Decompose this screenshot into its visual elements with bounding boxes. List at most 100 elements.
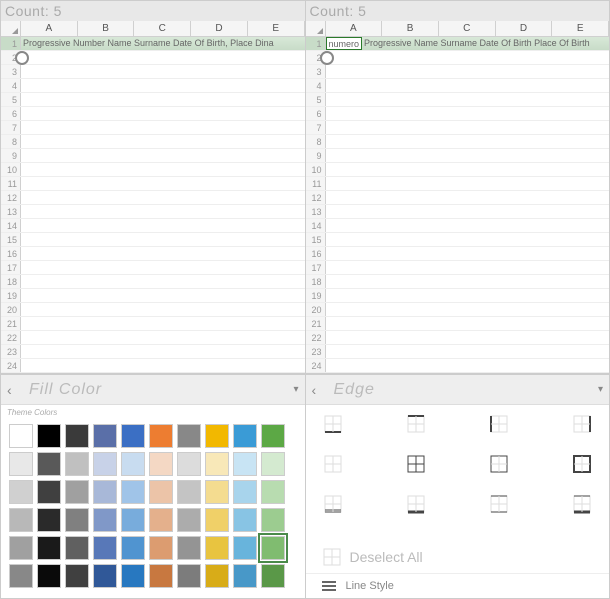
table-row[interactable]: 4	[1, 79, 305, 93]
color-swatch[interactable]	[37, 424, 61, 448]
cells[interactable]	[21, 289, 305, 302]
table-row[interactable]: 13	[1, 205, 305, 219]
dropdown-icon[interactable]: ▾	[598, 384, 603, 395]
table-row[interactable]: 22	[306, 331, 610, 345]
cells[interactable]	[21, 51, 305, 64]
row-header[interactable]: 24	[306, 359, 326, 372]
color-swatch[interactable]	[65, 452, 89, 476]
table-row[interactable]: 18	[306, 275, 610, 289]
row-header[interactable]: 22	[306, 331, 326, 344]
table-row[interactable]: 19	[306, 289, 610, 303]
color-swatch[interactable]	[9, 424, 33, 448]
cells[interactable]	[326, 93, 610, 106]
col-header[interactable]: E	[248, 21, 305, 36]
color-swatch[interactable]	[65, 424, 89, 448]
line-style-button[interactable]: Line Style	[306, 573, 610, 598]
color-swatch[interactable]	[177, 536, 201, 560]
color-swatch[interactable]	[9, 508, 33, 532]
color-swatch[interactable]	[177, 424, 201, 448]
table-row[interactable]: 24	[306, 359, 610, 373]
color-swatch[interactable]	[205, 508, 229, 532]
row-header[interactable]: 14	[1, 219, 21, 232]
table-row[interactable]: 5	[1, 93, 305, 107]
cells[interactable]	[326, 289, 610, 302]
table-row[interactable]: 20	[306, 303, 610, 317]
table-row[interactable]: 14	[306, 219, 610, 233]
row-header[interactable]: 21	[306, 317, 326, 330]
cells[interactable]	[326, 233, 610, 246]
cells[interactable]	[326, 163, 610, 176]
cells[interactable]	[21, 121, 305, 134]
color-swatch[interactable]	[121, 536, 145, 560]
cells[interactable]	[326, 135, 610, 148]
table-row[interactable]: 2	[1, 51, 305, 65]
cells[interactable]	[21, 261, 305, 274]
row-header[interactable]: 11	[306, 177, 326, 190]
color-swatch[interactable]	[65, 536, 89, 560]
border-right-icon[interactable]	[571, 413, 593, 435]
row-header[interactable]: 22	[1, 331, 21, 344]
color-swatch[interactable]	[121, 564, 145, 588]
color-swatch[interactable]	[149, 452, 173, 476]
row-header[interactable]: 18	[1, 275, 21, 288]
color-swatch[interactable]	[261, 480, 285, 504]
col-header[interactable]: B	[78, 21, 135, 36]
table-row[interactable]: 6	[1, 107, 305, 121]
cells[interactable]	[21, 191, 305, 204]
color-swatch[interactable]	[177, 480, 201, 504]
color-swatch[interactable]	[149, 536, 173, 560]
table-row[interactable]: 11	[306, 177, 610, 191]
cells[interactable]	[326, 219, 610, 232]
row-header[interactable]: 1	[306, 37, 326, 50]
cells[interactable]	[326, 345, 610, 358]
row-header[interactable]: 12	[306, 191, 326, 204]
row-header[interactable]: 7	[1, 121, 21, 134]
col-header[interactable]: B	[382, 21, 439, 36]
cells[interactable]	[21, 303, 305, 316]
border-thick-bottom-icon[interactable]	[405, 493, 427, 515]
table-row[interactable]: 10	[1, 163, 305, 177]
color-swatch[interactable]	[37, 452, 61, 476]
back-icon[interactable]: ‹	[312, 382, 324, 398]
row-header[interactable]: 3	[1, 65, 21, 78]
row-header[interactable]: 15	[306, 233, 326, 246]
border-bottom-double-icon[interactable]	[322, 493, 344, 515]
row-header[interactable]: 23	[1, 345, 21, 358]
table-row[interactable]: 21	[1, 317, 305, 331]
color-swatch[interactable]	[121, 480, 145, 504]
cells[interactable]	[326, 359, 610, 372]
color-swatch[interactable]	[9, 480, 33, 504]
cells[interactable]	[326, 191, 610, 204]
table-row[interactable]: 3	[1, 65, 305, 79]
color-swatch[interactable]	[93, 508, 117, 532]
row-header[interactable]: 8	[306, 135, 326, 148]
table-row[interactable]: 9	[1, 149, 305, 163]
color-swatch[interactable]	[149, 564, 173, 588]
cells[interactable]	[326, 331, 610, 344]
table-row[interactable]: 19	[1, 289, 305, 303]
table-row[interactable]: 17	[306, 261, 610, 275]
color-swatch[interactable]	[121, 452, 145, 476]
cells[interactable]	[21, 205, 305, 218]
border-left-icon[interactable]	[488, 413, 510, 435]
border-thick-icon[interactable]	[571, 453, 593, 475]
cells[interactable]	[326, 65, 610, 78]
rows-area[interactable]: 1numeroProgressive Name Surname Date Of …	[306, 37, 610, 373]
cells[interactable]	[21, 177, 305, 190]
border-top-bottom-icon[interactable]	[488, 493, 510, 515]
color-swatch[interactable]	[93, 424, 117, 448]
color-swatch[interactable]	[233, 452, 257, 476]
row-header[interactable]: 21	[1, 317, 21, 330]
table-row[interactable]: 17	[1, 261, 305, 275]
color-swatch[interactable]	[37, 480, 61, 504]
cells[interactable]: Progressive Number Name Surname Date Of …	[21, 37, 305, 50]
cells[interactable]	[21, 135, 305, 148]
cells[interactable]	[21, 65, 305, 78]
table-row[interactable]: 1numeroProgressive Name Surname Date Of …	[306, 37, 610, 51]
table-row[interactable]: 14	[1, 219, 305, 233]
table-row[interactable]: 7	[306, 121, 610, 135]
cells[interactable]	[326, 205, 610, 218]
select-all-corner[interactable]	[306, 21, 326, 36]
color-swatch[interactable]	[205, 536, 229, 560]
border-top-icon[interactable]	[405, 413, 427, 435]
